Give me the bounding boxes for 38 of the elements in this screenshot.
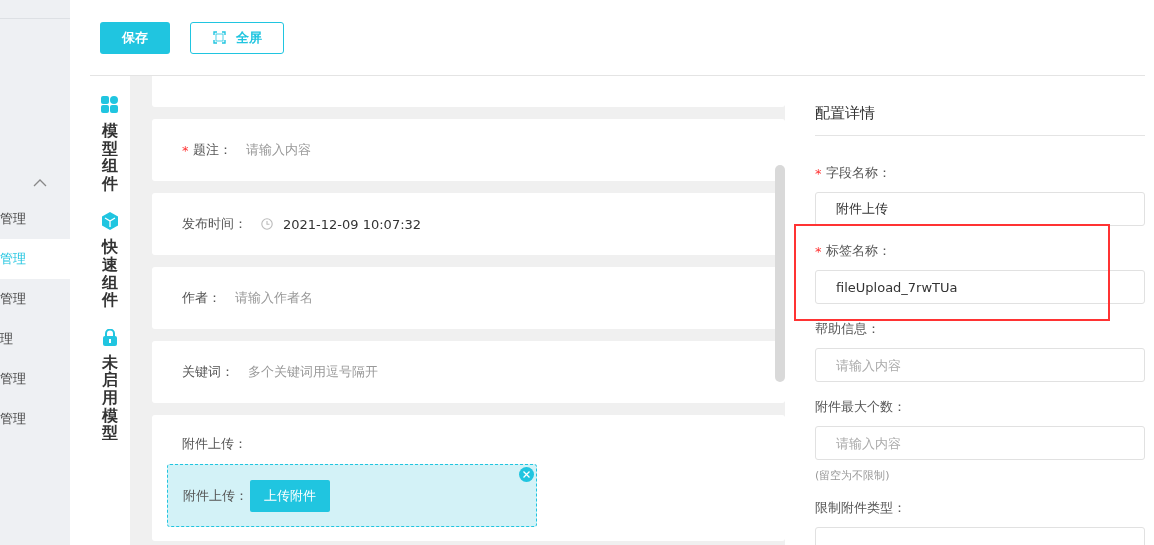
cube-icon[interactable]	[102, 212, 118, 231]
field-label: 帮助信息：	[815, 320, 880, 338]
component-group-tab[interactable]: 快速组件	[102, 238, 118, 309]
input-field[interactable]: 请输入内容	[815, 426, 1145, 460]
upload-label: 附件上传：	[183, 486, 248, 505]
sidebar-item[interactable]: 管理	[0, 359, 70, 399]
component-group-tab[interactable]: 模型组件	[102, 122, 118, 193]
required-mark: *	[815, 243, 822, 259]
sidebar-item[interactable]: 管理	[0, 199, 70, 239]
component-group-tab[interactable]: 未启用模型	[102, 353, 118, 442]
required-mark: *	[182, 142, 189, 158]
upload-component[interactable]: 附件上传： 上传附件	[167, 464, 537, 527]
scrollbar[interactable]	[775, 165, 785, 382]
input-field[interactable]: 请输入内容	[815, 348, 1145, 382]
field-label: 发布时间：	[182, 215, 247, 233]
date-value[interactable]: 2021-12-09 10:07:32	[283, 216, 422, 232]
field-label: 限制附件类型：	[815, 499, 906, 517]
fullscreen-icon	[212, 31, 226, 44]
panel-title: 配置详情	[815, 76, 1145, 136]
field-label: 关键词：	[182, 363, 234, 381]
clock-icon	[261, 218, 273, 230]
sidebar-item[interactable]: 管理	[0, 279, 70, 319]
input-field[interactable]: 附件上传	[815, 192, 1145, 226]
field-label: 附件上传：	[182, 435, 247, 453]
field-label: 作者：	[182, 289, 221, 307]
close-icon[interactable]	[519, 467, 534, 482]
field-label: 字段名称：	[825, 164, 891, 182]
field-label: 题注：	[192, 141, 232, 159]
sidebar-item[interactable]: 理	[0, 319, 70, 359]
grid-icon[interactable]	[101, 96, 119, 114]
sidebar-item[interactable]: 管理	[0, 399, 70, 439]
field-label: 附件最大个数：	[815, 398, 906, 416]
required-mark: *	[815, 165, 822, 181]
input-field[interactable]: fileUpload_7rwTUa	[815, 270, 1145, 304]
lock-icon[interactable]	[103, 328, 117, 346]
hint-text: (留空为不限制)	[815, 468, 891, 483]
field-label: 标签名称：	[825, 242, 891, 260]
chevron-up-icon[interactable]	[33, 179, 47, 187]
